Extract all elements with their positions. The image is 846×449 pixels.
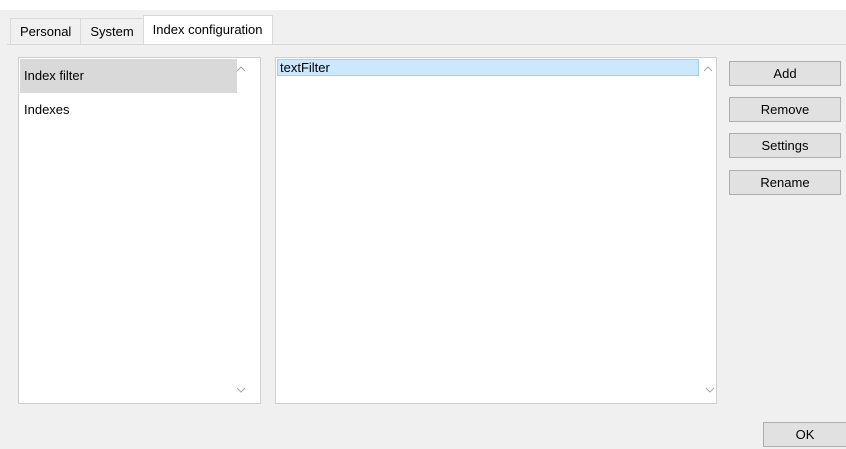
tab-index-configuration[interactable]: Index configuration [142, 15, 273, 44]
tab-bar: Personal System Index configuration [10, 15, 273, 44]
top-strip [0, 0, 846, 10]
remove-button[interactable]: Remove [729, 97, 841, 122]
scroll-down-icon[interactable] [703, 385, 717, 395]
filter-list[interactable]: textFilter [275, 57, 717, 404]
category-list[interactable]: Index filter Indexes [18, 57, 261, 404]
scroll-up-icon[interactable] [701, 64, 715, 74]
rename-button[interactable]: Rename [729, 170, 841, 195]
scroll-up-icon[interactable] [234, 64, 248, 74]
list-item-indexes[interactable]: Indexes [20, 93, 237, 127]
list-item-index-filter[interactable]: Index filter [20, 59, 237, 93]
ok-button[interactable]: OK [763, 422, 846, 447]
scroll-down-icon[interactable] [234, 385, 248, 395]
settings-dialog: Personal System Index configuration Inde… [0, 0, 846, 449]
tab-system[interactable]: System [80, 18, 144, 44]
settings-button[interactable]: Settings [729, 133, 841, 158]
list-item-textfilter[interactable]: textFilter [277, 59, 699, 76]
add-button[interactable]: Add [729, 61, 841, 86]
tab-personal[interactable]: Personal [10, 18, 82, 44]
